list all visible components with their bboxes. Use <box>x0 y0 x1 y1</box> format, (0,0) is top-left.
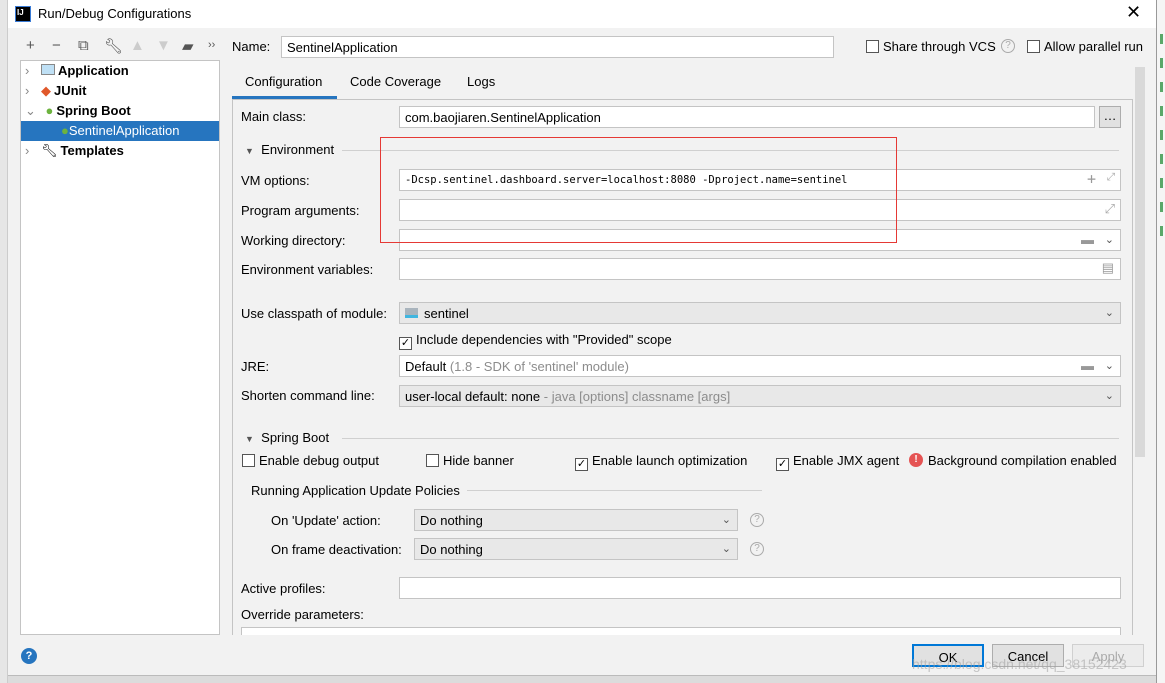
tab-logs[interactable]: Logs <box>467 74 495 89</box>
tree-item-templates[interactable]: › 🔧︎ Templates <box>21 141 219 161</box>
chevron-down-icon[interactable]: ⌄ <box>1105 359 1114 372</box>
tree-item-application[interactable]: › Application <box>21 61 219 81</box>
on-update-select[interactable]: Do nothing ⌄ <box>414 509 738 531</box>
active-profiles-input[interactable] <box>399 577 1121 599</box>
watermark: https://blog.csdn.net/qq_38152423 <box>912 656 1127 672</box>
application-icon <box>40 64 55 75</box>
name-label: Name: <box>232 39 271 54</box>
background-compilation-status: Background compilation enabled <box>928 453 1117 468</box>
close-icon[interactable]: ✕ <box>1126 2 1141 23</box>
override-parameters-table[interactable] <box>241 627 1121 635</box>
shorten-select[interactable]: user-local default: none - java [options… <box>399 385 1121 407</box>
copy-icon[interactable]: ⧉ <box>78 37 89 54</box>
classpath-select[interactable]: sentinel ⌄ <box>399 302 1121 324</box>
vm-options-label: VM options: <box>241 173 310 188</box>
chevron-down-icon: ⌄ <box>1104 390 1114 402</box>
launch-optimization-checkbox[interactable]: ✓ Enable launch optimization <box>575 453 747 471</box>
scrollbar[interactable] <box>1135 67 1145 457</box>
divider <box>467 490 762 491</box>
wrench-icon[interactable]: 🔧︎ <box>104 37 123 55</box>
arrow-up-icon[interactable]: ▲ <box>130 37 145 54</box>
error-icon: ! <box>909 453 923 467</box>
more-icon[interactable]: ›› <box>208 39 215 51</box>
app-icon: IJ <box>15 6 31 22</box>
divider <box>342 438 1119 439</box>
classpath-label: Use classpath of module: <box>241 306 387 321</box>
spring-boot-icon: ● <box>45 103 54 118</box>
folder-icon[interactable]: ▬ <box>1081 358 1094 373</box>
debug-output-checkbox[interactable]: Enable debug output <box>242 453 379 468</box>
working-directory-label: Working directory: <box>241 233 346 248</box>
include-provided-checkbox[interactable]: ✓ Include dependencies with "Provided" sc… <box>399 332 672 350</box>
background-editor-gutter <box>1156 0 1165 683</box>
tree-item-junit[interactable]: › ◆ JUnit <box>21 81 219 101</box>
jmx-agent-checkbox[interactable]: ✓ Enable JMX agent <box>776 453 899 471</box>
help-icon[interactable]: ? <box>1001 39 1015 53</box>
override-parameters-label: Override parameters: <box>241 607 364 622</box>
env-vars-label: Environment variables: <box>241 262 374 277</box>
main-class-label: Main class: <box>241 109 307 124</box>
junit-icon: ◆ <box>40 83 51 98</box>
name-input[interactable]: SentinelApplication <box>281 36 834 58</box>
chevron-down-icon[interactable]: ⌄ <box>1105 233 1114 246</box>
dialog-bottom-border <box>8 675 1156 683</box>
main-class-input[interactable]: com.baojiaren.SentinelApplication <box>399 106 1095 128</box>
tree-item-spring-boot[interactable]: ⌄ ● Spring Boot <box>21 101 219 121</box>
share-vcs-checkbox[interactable]: Share through VCS <box>866 39 996 54</box>
on-update-label: On 'Update' action: <box>271 513 381 528</box>
plus-icon[interactable]: + <box>26 37 35 54</box>
program-arguments-label: Program arguments: <box>241 203 360 218</box>
environment-section[interactable]: ▼ Environment <box>245 142 334 157</box>
folder-icon[interactable]: ▬ <box>1081 232 1094 247</box>
spring-boot-icon: ● <box>61 123 69 138</box>
jre-label: JRE: <box>241 359 270 374</box>
hide-banner-checkbox[interactable]: Hide banner <box>426 453 514 468</box>
window-title: Run/Debug Configurations <box>38 6 192 21</box>
config-tree: › Application › ◆ JUnit ⌄ ● Spring Boot ●S… <box>20 60 220 635</box>
chevron-down-icon: ⌄ <box>1104 307 1114 319</box>
expand-icon[interactable]: ⤢ <box>1107 171 1115 184</box>
env-vars-input[interactable]: ▤ <box>399 258 1121 280</box>
help-button[interactable]: ? <box>21 648 37 664</box>
arrow-down-icon[interactable]: ▼ <box>156 37 171 54</box>
background-window-left <box>0 0 8 683</box>
document-icon[interactable]: ▤ <box>1102 260 1114 276</box>
tab-code-coverage[interactable]: Code Coverage <box>350 74 441 89</box>
plus-icon[interactable]: + <box>1087 170 1096 188</box>
on-frame-select[interactable]: Do nothing ⌄ <box>414 538 738 560</box>
chevron-down-icon: ⌄ <box>721 514 731 526</box>
module-folder-icon <box>405 308 418 318</box>
update-policies-heading: Running Application Update Policies <box>251 483 460 498</box>
shorten-label: Shorten command line: <box>241 388 375 403</box>
chevron-down-icon: ⌄ <box>721 543 731 555</box>
active-profiles-label: Active profiles: <box>241 581 326 596</box>
title-bar: IJ Run/Debug Configurations ✕ <box>8 0 1156 28</box>
expand-icon[interactable]: ⤢ <box>1105 201 1115 217</box>
tree-item-sentinelapplication[interactable]: ●SentinelApplication <box>21 121 219 141</box>
spring-boot-section[interactable]: ▼ Spring Boot <box>245 430 329 445</box>
allow-parallel-checkbox[interactable]: Allow parallel run <box>1027 39 1143 54</box>
jre-select[interactable]: Default (1.8 - SDK of 'sentinel' module)… <box>399 355 1121 377</box>
minus-icon[interactable]: − <box>52 37 61 54</box>
browse-button[interactable]: … <box>1099 106 1121 128</box>
wrench-icon: 🔧︎ <box>40 143 58 158</box>
on-frame-label: On frame deactivation: <box>271 542 402 557</box>
tab-configuration[interactable]: Configuration <box>232 66 337 99</box>
highlight-box <box>380 137 897 243</box>
help-icon[interactable]: ? <box>750 513 764 527</box>
folder-add-icon[interactable]: ▰ <box>182 37 194 55</box>
help-icon[interactable]: ? <box>750 542 764 556</box>
